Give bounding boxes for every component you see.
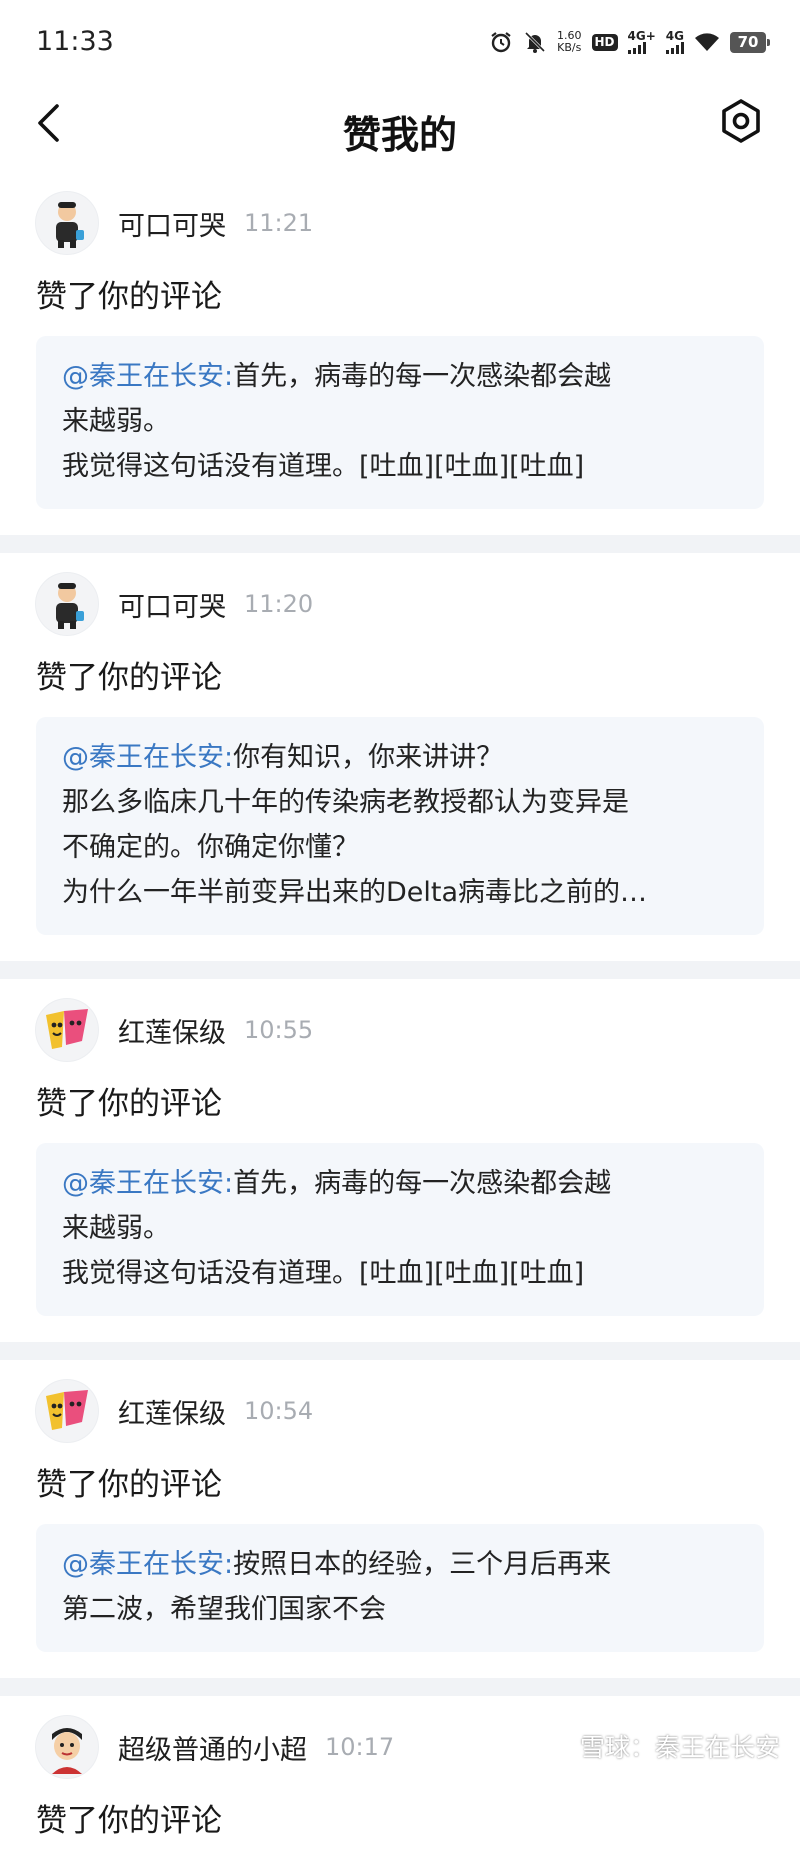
quote-text: 我觉得这句话没有道理。[吐血][吐血][吐血] — [62, 451, 585, 482]
divider — [0, 1678, 800, 1696]
divider — [0, 961, 800, 979]
timestamp: 10:55 — [244, 1016, 314, 1044]
quote-text: 你有知识，你来讲讲？ — [233, 742, 504, 773]
quoted-comment[interactable]: @秦王在长安:首先，病毒的每一次感染都会越 来越弱。 我觉得这句话没有道理。[吐… — [36, 1143, 764, 1316]
avatar-lotus-icon — [46, 1009, 88, 1049]
item-header: 可口可哭 11:21 — [36, 192, 764, 254]
mention-link[interactable]: @秦王在长安: — [62, 742, 233, 773]
like-action-text: 赞了你的评论 — [36, 1086, 222, 1122]
gear-icon — [718, 98, 764, 148]
quote-line: @秦王在长安:你有知识，你来讲讲？ — [62, 735, 738, 780]
user-name[interactable]: 可口可哭 — [118, 204, 226, 243]
sim1-signal-icon: 4G+ — [627, 30, 656, 54]
timestamp: 11:21 — [244, 209, 314, 237]
quote-text: 首先，病毒的每一次感染都会越 — [233, 1168, 612, 1199]
net-speed: 1.60 KB/s — [557, 30, 582, 54]
net-speed-unit: KB/s — [557, 41, 582, 54]
quote-text: 我觉得这句话没有道理。[吐血][吐血][吐血] — [62, 1258, 585, 1289]
item-header: 可口可哭 11:20 — [36, 573, 764, 635]
quote-text: 不确定的。你确定你懂？ — [62, 832, 359, 863]
battery-icon: 70 — [730, 31, 770, 53]
timestamp: 11:20 — [244, 590, 314, 618]
user-name[interactable]: 红莲保级 — [118, 1392, 226, 1431]
watermark: 雪球：秦王在长安 — [546, 1728, 780, 1764]
timestamp: 10:54 — [244, 1397, 314, 1425]
user-name[interactable]: 可口可哭 — [118, 585, 226, 624]
timestamp: 10:17 — [325, 1733, 395, 1761]
quote-line: @秦王在长安:首先，病毒的每一次感染都会越 — [62, 354, 738, 399]
quote-text: 来越弱。 — [62, 406, 170, 437]
quote-text: 第二波，希望我们国家不会 — [62, 1594, 386, 1625]
header: 赞我的 — [0, 80, 800, 172]
like-action-text: 赞了你的评论 — [36, 1803, 222, 1839]
quote-line: @秦王在长安:按照日本的经验，三个月后再来 — [62, 1542, 738, 1587]
like-item[interactable]: 超级普通的小超 10:17 赞了你的评论 — [0, 1696, 800, 1866]
avatar[interactable] — [36, 999, 98, 1061]
like-action-text: 赞了你的评论 — [36, 279, 222, 315]
like-item[interactable]: 红莲保级 10:55 赞了你的评论 @秦王在长安:首先，病毒的每一次感染都会越 … — [0, 979, 800, 1342]
wifi-icon — [694, 31, 720, 53]
divider — [0, 535, 800, 553]
item-header: 红莲保级 10:55 — [36, 999, 764, 1061]
user-name[interactable]: 超级普通的小超 — [118, 1728, 307, 1767]
quote-text: 首先，病毒的每一次感染都会越 — [233, 361, 612, 392]
status-icons: 1.60 KB/s HD 4G+ 4G 70 — [489, 24, 770, 60]
status-bar: 11:33 1.60 KB/s HD 4G+ 4G 70 — [0, 0, 800, 80]
mention-link[interactable]: @秦王在长安: — [62, 361, 233, 392]
alarm-icon — [489, 30, 513, 54]
avatar-figure-icon — [56, 202, 84, 248]
user-name[interactable]: 红莲保级 — [118, 1011, 226, 1050]
like-action-text: 赞了你的评论 — [36, 660, 222, 696]
avatar-figure-icon — [56, 583, 84, 629]
quote-text: 按照日本的经验，三个月后再来 — [233, 1549, 612, 1580]
item-header: 红莲保级 10:54 — [36, 1380, 764, 1442]
avatar-cartoon-boy-icon — [52, 1728, 82, 1774]
page-title: 赞我的 — [342, 113, 457, 157]
sim2-signal-icon: 4G — [665, 30, 684, 54]
divider — [0, 1342, 800, 1360]
like-item[interactable]: 红莲保级 10:54 赞了你的评论 @秦王在长安:按照日本的经验，三个月后再来 … — [0, 1360, 800, 1678]
mute-bell-icon — [523, 30, 547, 54]
mention-link[interactable]: @秦王在长安: — [62, 1549, 233, 1580]
hd-voice-badge: HD — [591, 33, 618, 51]
avatar-lotus-icon — [46, 1390, 88, 1430]
like-item[interactable]: 可口可哭 11:20 赞了你的评论 @秦王在长安:你有知识，你来讲讲？ 那么多临… — [0, 553, 800, 961]
quote-line: @秦王在长安:首先，病毒的每一次感染都会越 — [62, 1161, 738, 1206]
status-time: 11:33 — [36, 26, 114, 57]
mention-link[interactable]: @秦王在长安: — [62, 1168, 233, 1199]
avatar[interactable] — [36, 1716, 98, 1778]
quote-text: 那么多临床几十年的传染病老教授都认为变异是 — [62, 787, 629, 818]
snowball-logo-icon — [546, 1730, 572, 1762]
like-feed: 可口可哭 11:21 赞了你的评论 @秦王在长安:首先，病毒的每一次感染都会越 … — [0, 172, 800, 1866]
quote-text: 来越弱。 — [62, 1213, 170, 1244]
watermark-text: 雪球：秦王在长安 — [579, 1733, 780, 1762]
quoted-comment[interactable]: @秦王在长安:按照日本的经验，三个月后再来 第二波，希望我们国家不会 — [36, 1524, 764, 1652]
avatar[interactable] — [36, 1380, 98, 1442]
battery-level: 70 — [737, 33, 759, 51]
quote-text: 为什么一年半前变异出来的Delta病毒比之前的… — [62, 877, 648, 908]
quoted-comment[interactable]: @秦王在长安:你有知识，你来讲讲？ 那么多临床几十年的传染病老教授都认为变异是 … — [36, 717, 764, 935]
settings-button[interactable] — [716, 98, 766, 148]
avatar[interactable] — [36, 573, 98, 635]
like-item[interactable]: 可口可哭 11:21 赞了你的评论 @秦王在长安:首先，病毒的每一次感染都会越 … — [0, 172, 800, 535]
quoted-comment[interactable]: @秦王在长安:首先，病毒的每一次感染都会越 来越弱。 我觉得这句话没有道理。[吐… — [36, 336, 764, 509]
avatar[interactable] — [36, 192, 98, 254]
like-action-text: 赞了你的评论 — [36, 1467, 222, 1503]
